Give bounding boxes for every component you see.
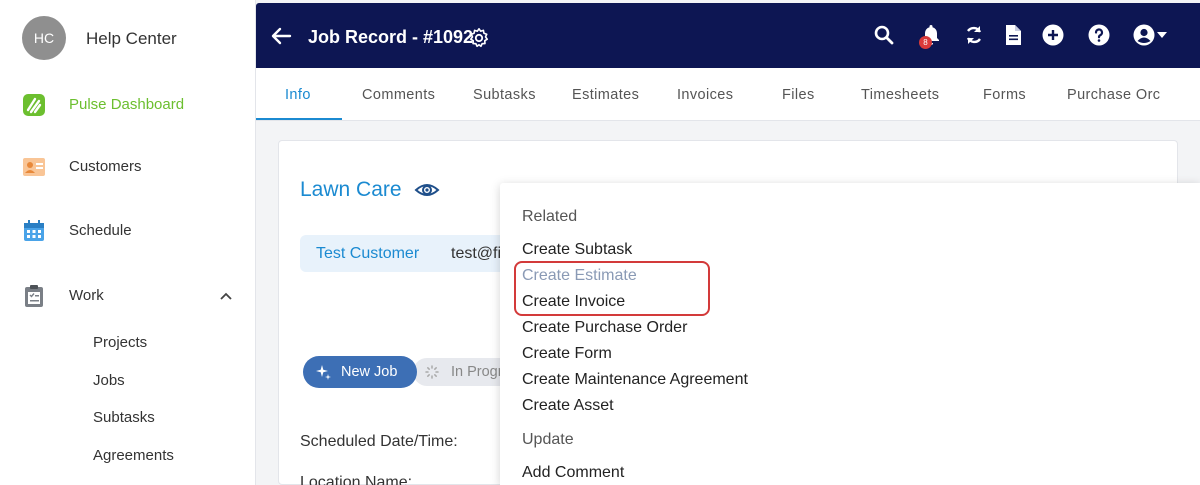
sidebar-item-label: Work — [69, 287, 104, 304]
caret-down-icon[interactable] — [1156, 29, 1168, 41]
menu-heading-related: Related — [522, 208, 578, 225]
menu-heading-update: Update — [522, 431, 574, 448]
status-in-progress-label: In Progr — [451, 364, 503, 380]
sidebar-item-label: Schedule — [69, 222, 132, 239]
sidebar-item-pulse-dashboard[interactable]: Pulse Dashboard — [0, 85, 256, 125]
sidebar-header: HC Help Center — [0, 0, 256, 76]
menu-item-create-asset[interactable]: Create Asset — [522, 397, 614, 415]
tab-timesheets[interactable]: Timesheets — [861, 87, 939, 103]
page-title: Job Record - #1092 — [308, 27, 474, 47]
help-center-title[interactable]: Help Center — [86, 29, 177, 49]
status-new-job[interactable]: New Job — [303, 356, 417, 388]
calendar-icon — [24, 220, 44, 241]
sidebar-subitem-jobs[interactable]: Jobs — [93, 372, 125, 389]
sidebar-item-customers[interactable]: Customers — [0, 147, 256, 187]
tab-forms[interactable]: Forms — [983, 87, 1026, 103]
sync-icon[interactable] — [962, 23, 986, 47]
tab-purchase-orders[interactable]: Purchase Orc — [1067, 87, 1160, 103]
customer-name-link[interactable]: Test Customer — [316, 245, 419, 263]
clipboard-icon — [25, 285, 43, 307]
annotation-highlight-box — [514, 261, 710, 316]
location-name-label: Location Name: — [300, 474, 413, 485]
sidebar-item-work[interactable]: Work — [0, 276, 256, 316]
tab-estimates[interactable]: Estimates — [572, 87, 639, 103]
tab-info[interactable]: Info — [285, 87, 311, 103]
sidebar-item-label: Customers — [69, 158, 142, 175]
sidebar-subitem-projects[interactable]: Projects — [93, 334, 147, 351]
tab-files[interactable]: Files — [782, 87, 815, 103]
chevron-up-icon[interactable] — [218, 288, 234, 304]
pulse-logo-icon — [23, 94, 45, 116]
customer-email[interactable]: test@fi — [451, 245, 501, 263]
menu-item-create-maintenance-agreement[interactable]: Create Maintenance Agreement — [522, 371, 748, 389]
sidebar-subitem-agreements[interactable]: Agreements — [93, 447, 174, 464]
menu-item-create-form[interactable]: Create Form — [522, 345, 612, 363]
notification-badge: 8 — [919, 36, 932, 49]
sidebar-item-schedule[interactable]: Schedule — [0, 211, 256, 251]
search-icon[interactable] — [872, 23, 896, 47]
document-icon[interactable] — [1001, 23, 1025, 47]
help-icon[interactable] — [1087, 23, 1111, 47]
active-tab-indicator — [256, 118, 342, 120]
tab-invoices[interactable]: Invoices — [677, 87, 733, 103]
status-new-job-label: New Job — [341, 364, 398, 380]
sidebar-subitem-subtasks[interactable]: Subtasks — [93, 409, 155, 426]
sparkle-icon — [316, 365, 331, 380]
job-name: Lawn Care — [300, 178, 402, 201]
top-bar: Job Record - #1092 — [256, 3, 1200, 68]
tab-bar: Info Comments Subtasks Estimates Invoice… — [256, 68, 1200, 121]
eye-icon[interactable] — [414, 178, 440, 202]
account-icon[interactable] — [1132, 23, 1156, 47]
menu-item-add-comment[interactable]: Add Comment — [522, 464, 624, 482]
menu-item-create-purchase-order[interactable]: Create Purchase Order — [522, 319, 687, 337]
menu-item-create-subtask[interactable]: Create Subtask — [522, 241, 632, 259]
gear-icon[interactable] — [468, 27, 490, 49]
add-circle-icon[interactable] — [1041, 23, 1065, 47]
loading-spinner-icon — [425, 365, 439, 379]
tab-subtasks[interactable]: Subtasks — [473, 87, 536, 103]
back-arrow-icon[interactable] — [270, 25, 292, 47]
scheduled-datetime-label: Scheduled Date/Time: — [300, 433, 458, 450]
tab-comments[interactable]: Comments — [362, 87, 435, 103]
contact-card-icon — [23, 158, 45, 176]
sidebar: HC Help Center Pulse Dashboard Customers… — [0, 0, 256, 485]
avatar[interactable]: HC — [22, 16, 66, 60]
sidebar-item-label: Pulse Dashboard — [69, 96, 185, 113]
